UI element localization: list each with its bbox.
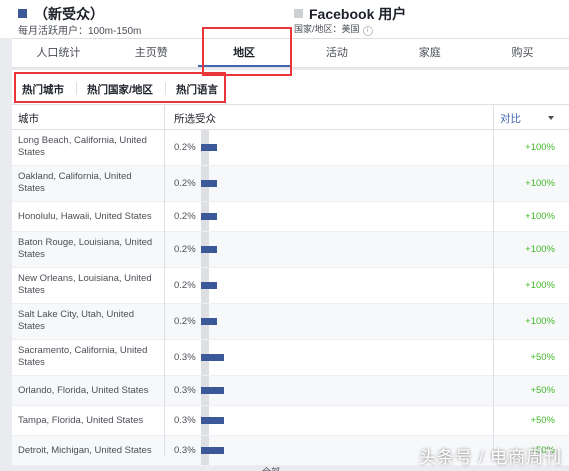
city-name: Oakland, California, United States — [18, 171, 132, 194]
audience-share-bar — [201, 318, 217, 325]
baseline-color-swatch — [294, 9, 303, 18]
table-row[interactable]: Oakland, California, United States 0.2% +1… — [12, 166, 569, 202]
audience-color-swatch — [18, 9, 27, 18]
info-icon[interactable]: i — [362, 26, 373, 36]
audience-percent: 0.2% — [174, 178, 196, 189]
selected-audience: （新受众） 每月活跃用户：100m-150m — [18, 4, 141, 37]
main-tabs: 人口统计 主页赞 地区 活动 家庭 购买 — [12, 38, 569, 68]
table-header: 城市 所选受众 对比 — [12, 104, 569, 130]
audience-percent: 0.3% — [174, 352, 196, 363]
audience-percent: 0.3% — [174, 385, 196, 396]
column-header-audience: 所选受众 — [174, 113, 216, 125]
table-row[interactable]: Long Beach, California, United States 0.2… — [12, 130, 569, 166]
see-all-button[interactable]: 全部 — [262, 465, 280, 471]
top-cities-table: 城市 所选受众 对比 Long Beach, California, Unite… — [12, 104, 569, 466]
audience-percent: 0.3% — [174, 415, 196, 426]
city-name: Salt Lake City, Utah, United States — [18, 309, 134, 332]
compare-value: +100% — [525, 280, 555, 291]
watermark: 头条号 / 电商周刊 — [419, 448, 563, 467]
audience-share-bar — [201, 213, 217, 220]
compare-value: +100% — [525, 178, 555, 189]
city-name: Orlando, Florida, United States — [18, 385, 149, 396]
audience-percent: 0.2% — [174, 142, 196, 153]
table-row[interactable]: Sacramento, California, United States 0.3… — [12, 340, 569, 376]
subtab-divider — [165, 82, 166, 95]
compare-value: +50% — [530, 415, 555, 426]
table-body: Long Beach, California, United States 0.2… — [12, 130, 569, 466]
audience-percent: 0.2% — [174, 280, 196, 291]
column-header-compare[interactable]: 对比 — [500, 111, 521, 126]
table-row[interactable]: Orlando, Florida, United States 0.3% +50% — [12, 376, 569, 406]
audience-share-bar — [201, 387, 224, 394]
city-name: Tampa, Florida, United States — [18, 415, 144, 426]
audience-header: （新受众） 每月活跃用户：100m-150m Facebook 用户 国家/地区… — [0, 0, 569, 38]
table-row[interactable]: Baton Rouge, Louisiana, United States 0.2… — [12, 232, 569, 268]
compare-value: +50% — [530, 385, 555, 396]
city-name: Honolulu, Hawaii, United States — [18, 211, 152, 222]
audience-insights-page: （新受众） 每月活跃用户：100m-150m Facebook 用户 国家/地区… — [0, 0, 569, 471]
tab-household[interactable]: 家庭 — [383, 39, 476, 67]
selected-audience-subtitle: 每月活跃用户：100m-150m — [18, 26, 142, 37]
audience-share-bar — [201, 246, 217, 253]
table-row[interactable]: Tampa, Florida, United States 0.3% +50% — [12, 406, 569, 436]
compare-value: +100% — [525, 316, 555, 327]
location-subtabs: 热门城市 热门国家/地区 热门语言 — [12, 70, 569, 104]
subtab-top-languages[interactable]: 热门语言 — [176, 82, 218, 97]
city-name: Baton Rouge, Louisiana, United States — [18, 237, 153, 260]
city-name: Detroit, Michigan, United States — [18, 445, 152, 456]
baseline-audience-title: Facebook 用户 — [309, 6, 407, 22]
sort-dropdown-icon[interactable] — [548, 116, 554, 120]
subtab-top-countries[interactable]: 热门国家/地区 — [87, 82, 153, 97]
table-row[interactable]: Honolulu, Hawaii, United States 0.2% +100% — [12, 202, 569, 232]
tab-page-likes[interactable]: 主页赞 — [105, 39, 198, 67]
audience-percent: 0.2% — [174, 316, 196, 327]
column-divider — [164, 104, 165, 456]
column-header-city: 城市 — [18, 113, 39, 125]
compare-value: +50% — [530, 352, 555, 363]
audience-share-bar — [201, 144, 217, 151]
compare-value: +100% — [525, 142, 555, 153]
city-name: Long Beach, California, United States — [18, 135, 147, 158]
left-gutter — [0, 0, 12, 471]
city-name: Sacramento, California, United States — [18, 345, 148, 368]
tab-location[interactable]: 地区 — [197, 39, 291, 67]
baseline-country-text: 国家/地区：美国 — [294, 24, 360, 34]
city-name: New Orleans, Louisiana, United States — [18, 273, 152, 296]
audience-share-bar — [201, 417, 224, 424]
table-row[interactable]: New Orleans, Louisiana, United States 0.2… — [12, 268, 569, 304]
tab-demographics[interactable]: 人口统计 — [12, 39, 105, 67]
subtab-divider — [76, 82, 77, 95]
table-row[interactable]: Salt Lake City, Utah, United States 0.2% +… — [12, 304, 569, 340]
column-divider — [493, 104, 494, 456]
audience-percent: 0.3% — [174, 445, 196, 456]
subtab-top-cities[interactable]: 热门城市 — [22, 82, 64, 97]
audience-share-bar — [201, 282, 217, 289]
selected-audience-title: （新受众） — [34, 6, 104, 22]
baseline-audience-subtitle: 国家/地区：美国 i — [294, 22, 373, 36]
audience-percent: 0.2% — [174, 244, 196, 255]
audience-share-bar — [201, 354, 224, 361]
baseline-audience: Facebook 用户 国家/地区：美国 i — [294, 4, 407, 36]
audience-share-bar — [201, 180, 217, 187]
audience-percent: 0.2% — [174, 211, 196, 222]
tab-purchase[interactable]: 购买 — [476, 39, 569, 67]
compare-value: +100% — [525, 244, 555, 255]
tab-activity[interactable]: 活动 — [290, 39, 383, 67]
audience-share-bar — [201, 447, 224, 454]
compare-value: +100% — [525, 211, 555, 222]
